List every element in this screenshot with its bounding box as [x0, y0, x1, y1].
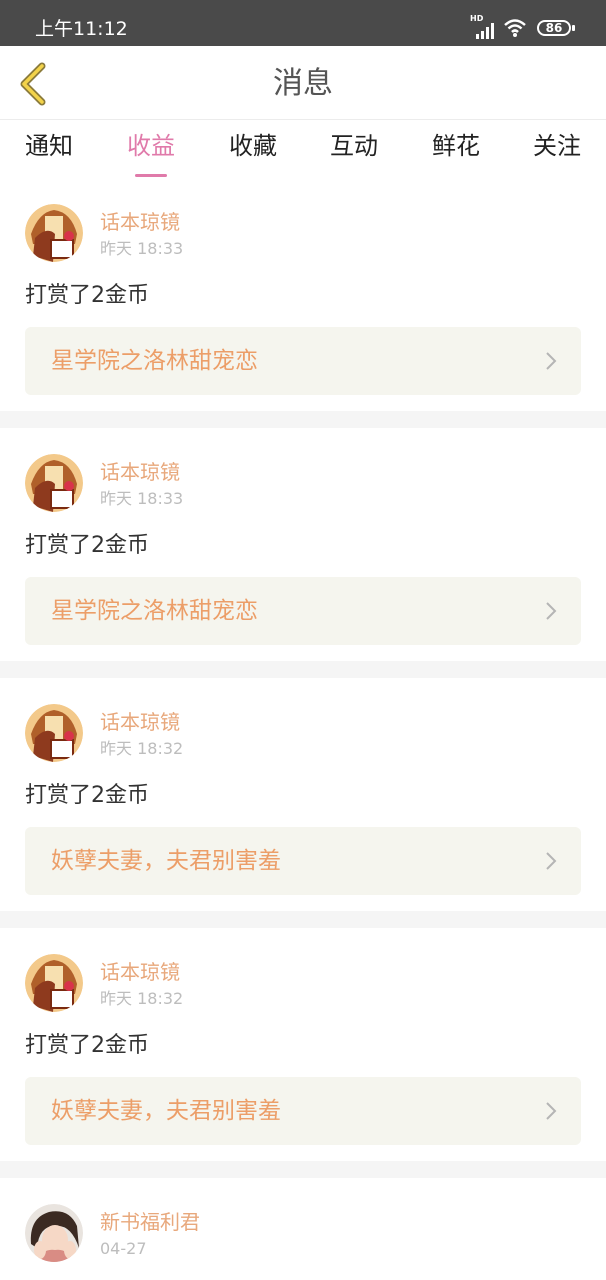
message-time: 昨天 18:32: [100, 739, 184, 758]
message-time: 昨天 18:32: [100, 989, 184, 1008]
sender-avatar[interactable]: [25, 704, 83, 762]
sender-name[interactable]: 新书福利君: [100, 1210, 200, 1234]
tab-label: 通知: [25, 132, 73, 160]
tab-favorites[interactable]: 收藏: [203, 130, 303, 162]
sender-name[interactable]: 话本琼镜: [100, 210, 180, 234]
message-time: 04-27: [100, 1239, 147, 1258]
battery-level: 86: [545, 21, 563, 35]
divider: [0, 411, 606, 428]
message-text: 打赏了2金币: [25, 533, 149, 558]
sender-avatar[interactable]: [25, 1204, 83, 1262]
chevron-right-icon: [546, 852, 557, 870]
book-link[interactable]: 星学院之洛林甜宠恋: [25, 327, 581, 395]
message-time: 昨天 18:33: [100, 489, 184, 508]
sender-avatar[interactable]: [25, 454, 83, 512]
message-text: 打赏了2金币: [25, 783, 149, 808]
sender-avatar[interactable]: [25, 954, 83, 1012]
status-bar: 上午11:12 HD 86: [0, 0, 606, 46]
message-time: 昨天 18:33: [100, 239, 184, 258]
tab-flowers[interactable]: 鲜花: [406, 130, 506, 162]
page-title: 消息: [273, 66, 333, 101]
sender-name[interactable]: 话本琼镜: [100, 960, 180, 984]
active-tab-indicator: [135, 174, 167, 177]
tab-label: 收益: [127, 132, 175, 160]
tab-interactions[interactable]: 互动: [304, 130, 404, 162]
book-title: 妖孽夫妻，夫君别害羞: [51, 848, 281, 874]
book-link[interactable]: 星学院之洛林甜宠恋: [25, 577, 581, 645]
chevron-right-icon: [546, 352, 557, 370]
book-title: 星学院之洛林甜宠恋: [51, 348, 258, 374]
message-text: 打赏了2金币: [25, 283, 149, 308]
message-item: 新书福利君 04-27: [0, 1178, 606, 1280]
divider: [0, 911, 606, 928]
tab-bar: 通知 收益 收藏 互动 鲜花 关注: [0, 120, 606, 180]
signal-icon: HD: [470, 14, 496, 39]
book-title: 星学院之洛林甜宠恋: [51, 598, 258, 624]
status-time: 上午11:12: [35, 18, 128, 40]
divider: [0, 661, 606, 678]
tab-label: 互动: [330, 132, 378, 160]
tab-following[interactable]: 关注: [507, 130, 606, 162]
sender-name[interactable]: 话本琼镜: [100, 460, 180, 484]
wifi-icon: [504, 19, 526, 37]
book-title: 妖孽夫妻，夫君别害羞: [51, 1098, 281, 1124]
tab-earnings[interactable]: 收益: [101, 130, 201, 177]
message-item: 话本琼镜 昨天 18:32 打赏了2金币 妖孽夫妻，夫君别害羞: [0, 678, 606, 911]
message-text: 打赏了2金币: [25, 1033, 149, 1058]
divider: [0, 1161, 606, 1178]
book-link[interactable]: 妖孽夫妻，夫君别害羞: [25, 1077, 581, 1145]
battery-icon: 86: [537, 20, 575, 36]
chevron-right-icon: [546, 1102, 557, 1120]
header-bar: 消息: [0, 46, 606, 120]
message-item: 话本琼镜 昨天 18:33 打赏了2金币 星学院之洛林甜宠恋: [0, 428, 606, 661]
book-link[interactable]: 妖孽夫妻，夫君别害羞: [25, 827, 581, 895]
tab-label: 关注: [533, 132, 581, 160]
chevron-right-icon: [546, 602, 557, 620]
message-item: 话本琼镜 昨天 18:33 打赏了2金币 星学院之洛林甜宠恋: [0, 180, 606, 411]
hd-label: HD: [470, 14, 484, 23]
tab-label: 鲜花: [432, 132, 480, 160]
sender-name[interactable]: 话本琼镜: [100, 710, 180, 734]
sender-avatar[interactable]: [25, 204, 83, 262]
tab-label: 收藏: [229, 132, 277, 160]
tab-notifications[interactable]: 通知: [0, 130, 99, 162]
message-item: 话本琼镜 昨天 18:32 打赏了2金币 妖孽夫妻，夫君别害羞: [0, 928, 606, 1161]
